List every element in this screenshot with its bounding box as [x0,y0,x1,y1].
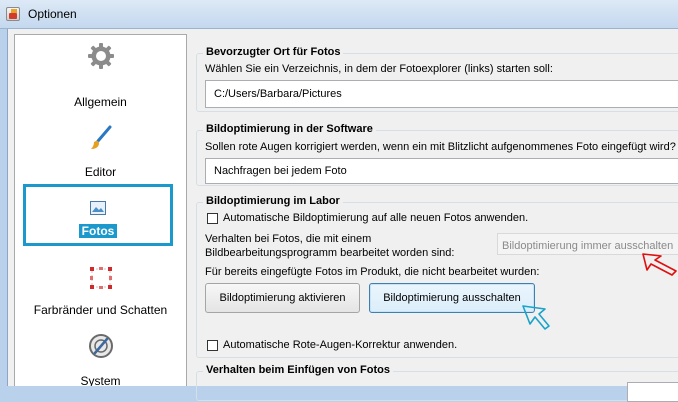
photo-icon [26,193,170,223]
edited-photos-label-line1: Verhalten bei Fotos, die mit einem [205,233,372,245]
deactivate-optimization-button[interactable]: Bildoptimierung ausschalten [369,283,535,313]
redeye-mode-select[interactable]: Nachfragen bei jedem Foto [205,158,678,184]
sidebar-item-label: Farbränder und Schatten [33,303,168,317]
category-sidebar: Allgemein Editor Fotos Farbränder und Sc… [14,34,187,386]
sidebar-item-system[interactable]: System [15,327,186,386]
redeye-question: Sollen rote Augen korrigiert werden, wen… [205,141,676,153]
sidebar-item-label: Editor [84,165,117,179]
app-icon [6,7,20,21]
preferred-location-group: Bevorzugter Ort für Fotos Wählen Sie ein… [196,46,678,112]
lab-optimization-group: Bildoptimierung im Labor Automatische Bi… [196,195,678,358]
edited-photos-label-line2: Bildbearbeitungsprogramm bearbeitet word… [205,247,455,259]
sidebar-item-allgemein[interactable]: Allgemein [15,35,186,109]
unedited-photos-label: Für bereits eingefügte Fotos im Produkt,… [205,266,540,278]
window-title: Optionen [28,7,77,21]
gear-icon [15,41,186,71]
auto-optimize-checkbox[interactable] [207,213,218,224]
group-title: Bildoptimierung im Labor [203,195,343,207]
settings-panel: Bevorzugter Ort für Fotos Wählen Sie ein… [196,29,678,402]
red-arrow-annotation-icon [642,253,677,276]
auto-redeye-checkbox[interactable] [207,340,218,351]
sidebar-item-fotos[interactable]: Fotos [23,184,173,246]
frame-shadow-icon [15,263,186,293]
sidebar-item-farbraender[interactable]: Farbränder und Schatten [15,259,186,323]
group-title: Bevorzugter Ort für Fotos [203,46,344,58]
preferred-location-description: Wählen Sie ein Verzeichnis, in dem der F… [205,63,553,75]
brush-icon [15,123,186,153]
group-title: Verhalten beim Einfügen von Fotos [203,364,393,376]
dialog-content: Allgemein Editor Fotos Farbränder und Sc… [7,29,678,402]
insert-behavior-select[interactable] [627,382,678,402]
sidebar-item-editor[interactable]: Editor [15,121,186,185]
sidebar-item-label: Fotos [26,224,170,238]
insert-behavior-group: Verhalten beim Einfügen von Fotos [196,364,678,402]
sidebar-item-label: System [80,374,121,386]
auto-optimize-label: Automatische Bildoptimierung auf alle ne… [223,212,529,224]
sidebar-item-label: Allgemein [74,95,127,109]
activate-optimization-button[interactable]: Bildoptimierung aktivieren [205,283,360,313]
photo-folder-field[interactable]: C:/Users/Barbara/Pictures [205,80,678,108]
cyan-arrow-annotation-icon [522,305,550,330]
group-title: Bildoptimierung in der Software [203,123,376,135]
software-optimization-group: Bildoptimierung in der Software Sollen r… [196,123,678,186]
auto-redeye-label: Automatische Rote-Augen-Korrektur anwend… [223,339,458,351]
title-bar[interactable]: Optionen [0,0,678,29]
system-icon [15,331,186,361]
